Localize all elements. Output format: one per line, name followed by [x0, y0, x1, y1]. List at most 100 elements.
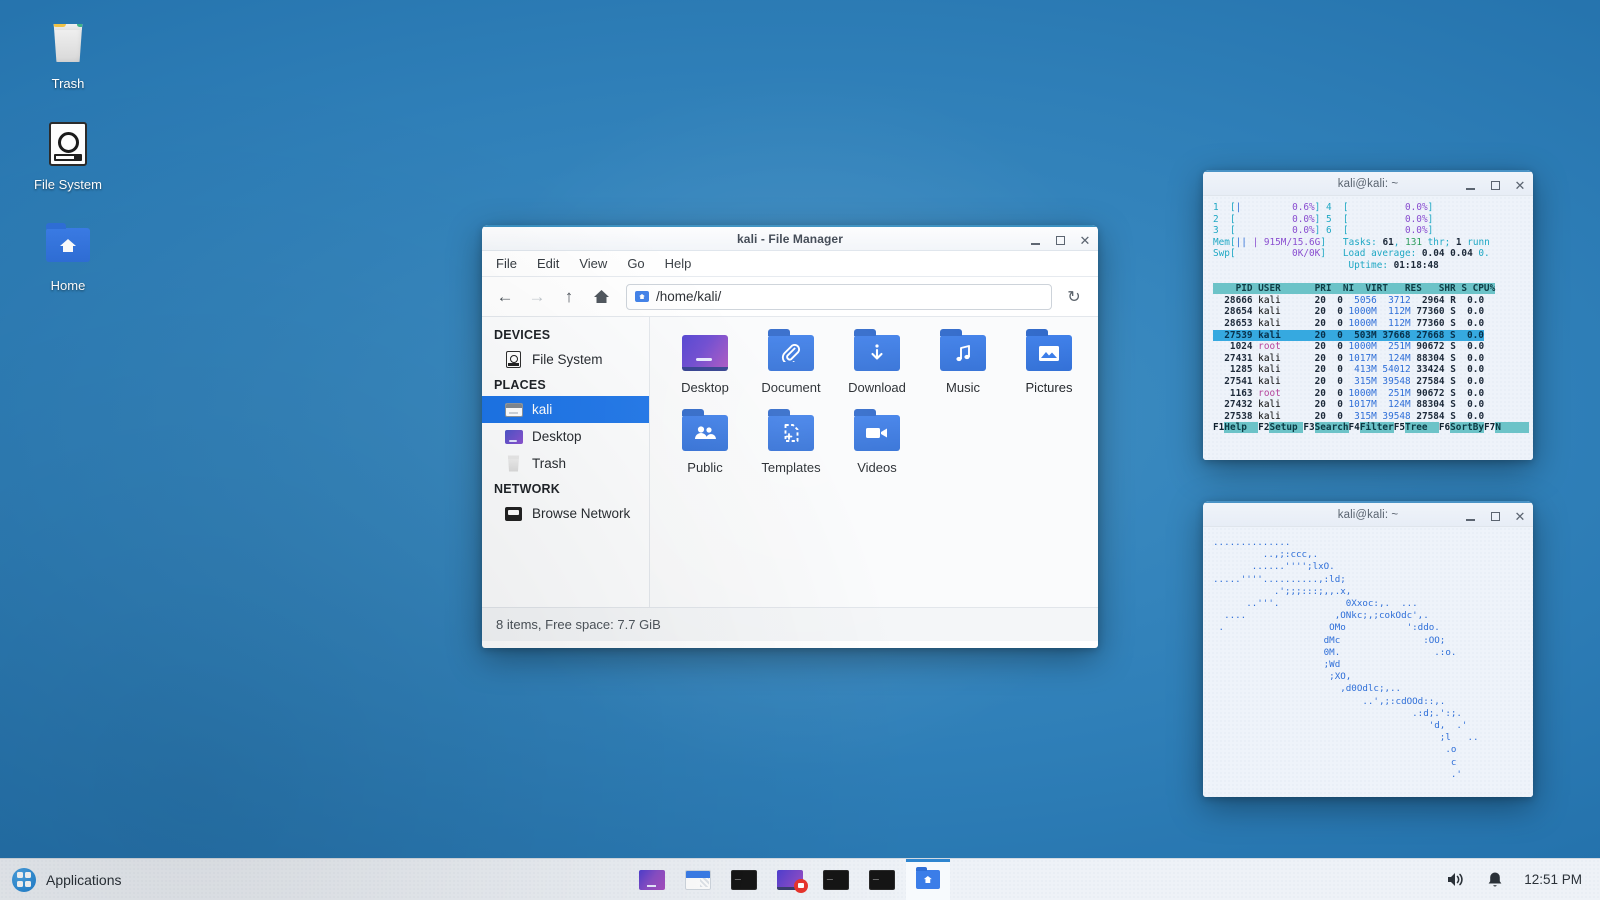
sidebar-heading-places: PLACES — [482, 373, 649, 396]
htop-titlebar[interactable]: kali@kali: ~ ✕ — [1203, 170, 1533, 196]
minimize-icon[interactable] — [1028, 233, 1042, 247]
sidebar-heading-devices: DEVICES — [482, 323, 649, 346]
file-item-pictures[interactable]: Pictures — [1006, 331, 1092, 395]
taskbar-desktop-window[interactable] — [630, 859, 674, 900]
window-title: kali - File Manager — [482, 232, 1098, 246]
sidebar: DEVICES File System PLACES kali Desktop … — [482, 317, 650, 607]
desktop-icon-label: File System — [20, 177, 116, 192]
file-item-label: Document — [748, 380, 834, 395]
minimize-icon[interactable] — [1463, 509, 1477, 523]
minimize-icon[interactable] — [1463, 178, 1477, 192]
sidebar-item-browse-network[interactable]: Browse Network — [482, 500, 649, 527]
network-icon — [504, 505, 523, 522]
close-icon[interactable]: ✕ — [1513, 178, 1527, 192]
desktop-icon-label: Trash — [20, 76, 116, 91]
reload-icon[interactable]: ↻ — [1062, 285, 1086, 309]
taskbar-file-manager-active[interactable] — [906, 859, 950, 900]
desktop-icon-trash[interactable]: Trash — [20, 16, 116, 91]
status-bar: 8 items, Free space: 7.7 GiB — [482, 607, 1098, 641]
home-folder-icon — [20, 218, 116, 272]
speaker-icon[interactable] — [1444, 869, 1466, 891]
file-item-public[interactable]: Public — [662, 411, 748, 475]
navigation-bar: ← → ↑ /home/kali/ ↻ — [482, 277, 1098, 317]
clock[interactable]: 12:51 PM — [1524, 872, 1582, 887]
menu-view[interactable]: View — [579, 256, 607, 271]
terminal-icon — [731, 870, 757, 890]
record-badge-icon — [794, 879, 808, 893]
ascii-art-terminal-window[interactable]: kali@kali: ~ ✕ .............. ..,;:ccc,.… — [1203, 501, 1533, 797]
menu-help[interactable]: Help — [665, 256, 692, 271]
documents-folder-icon — [748, 331, 834, 375]
sidebar-item-file-system[interactable]: File System — [482, 346, 649, 373]
menu-file[interactable]: File — [496, 256, 517, 271]
taskbar-terminal-window-1[interactable] — [722, 859, 766, 900]
taskbar-terminal-window-3[interactable] — [860, 859, 904, 900]
up-icon[interactable]: ↑ — [558, 286, 580, 308]
file-item-templates[interactable]: Templates — [748, 411, 834, 475]
sidebar-item-label: kali — [532, 402, 552, 417]
file-item-label: Desktop — [662, 380, 748, 395]
file-item-document[interactable]: Document — [748, 331, 834, 395]
maximize-icon[interactable] — [1488, 178, 1502, 192]
file-manager-window[interactable]: kali - File Manager ✕ File Edit View Go … — [482, 225, 1098, 648]
sidebar-heading-network: NETWORK — [482, 477, 649, 500]
close-icon[interactable]: ✕ — [1513, 509, 1527, 523]
sidebar-item-desktop[interactable]: Desktop — [482, 423, 649, 450]
file-manager-blue-icon — [916, 870, 940, 889]
home-icon — [504, 401, 523, 418]
sidebar-item-label: Browse Network — [532, 506, 630, 521]
taskbar: Applications — [0, 858, 1600, 900]
applications-button[interactable]: Applications — [0, 859, 136, 900]
path-folder-icon — [635, 291, 649, 302]
file-item-label: Videos — [834, 460, 920, 475]
path-input[interactable]: /home/kali/ — [626, 284, 1052, 310]
system-tray: 12:51 PM — [1444, 859, 1600, 900]
desktop-icon-home[interactable]: Home — [20, 218, 116, 293]
file-item-videos[interactable]: Videos — [834, 411, 920, 475]
desktop-icon-file-system[interactable]: File System — [20, 117, 116, 192]
close-icon[interactable]: ✕ — [1078, 233, 1092, 247]
back-icon[interactable]: ← — [494, 286, 516, 308]
sidebar-item-label: File System — [532, 352, 603, 367]
htop-terminal-window[interactable]: kali@kali: ~ ✕ 1 [| 0.6%] 4 [ 0.0%] 2 [ … — [1203, 170, 1533, 460]
kali-dragon-ascii-art: .............. ..,;:ccc,. ......'''';lxO… — [1203, 527, 1533, 797]
htop-output[interactable]: 1 [| 0.6%] 4 [ 0.0%] 2 [ 0.0%] 5 [ 0.0%]… — [1203, 196, 1533, 460]
file-item-label: Download — [834, 380, 920, 395]
public-folder-icon — [662, 411, 748, 455]
trash-icon — [20, 16, 116, 70]
file-manager-body: DEVICES File System PLACES kali Desktop … — [482, 317, 1098, 607]
file-item-desktop[interactable]: Desktop — [662, 331, 748, 395]
forward-icon[interactable]: → — [526, 286, 548, 308]
menu-go[interactable]: Go — [627, 256, 644, 271]
taskbar-screen-recorder-window[interactable] — [768, 859, 812, 900]
file-item-label: Pictures — [1006, 380, 1092, 395]
file-list-area: Desktop Document — [650, 317, 1098, 607]
sidebar-item-kali[interactable]: kali — [482, 396, 649, 423]
file-manager-titlebar[interactable]: kali - File Manager ✕ — [482, 225, 1098, 251]
file-item-music[interactable]: Music — [920, 331, 1006, 395]
task-buttons — [136, 859, 1445, 900]
taskbar-terminal-window-2[interactable] — [814, 859, 858, 900]
bell-icon[interactable] — [1484, 869, 1506, 891]
maximize-icon[interactable] — [1488, 509, 1502, 523]
path-value: /home/kali/ — [656, 289, 721, 304]
window-controls: ✕ — [1028, 227, 1092, 253]
terminal-icon — [869, 870, 895, 890]
applications-label: Applications — [46, 872, 122, 888]
sidebar-item-trash[interactable]: Trash — [482, 450, 649, 477]
sidebar-item-label: Desktop — [532, 429, 582, 444]
home-icon[interactable] — [590, 286, 612, 308]
menu-edit[interactable]: Edit — [537, 256, 559, 271]
file-item-download[interactable]: Download — [834, 331, 920, 395]
window-controls: ✕ — [1463, 172, 1527, 198]
maximize-icon[interactable] — [1053, 233, 1067, 247]
desktop-icon-column: Trash File System Home — [20, 16, 116, 319]
art-titlebar[interactable]: kali@kali: ~ ✕ — [1203, 501, 1533, 527]
desktop-thumbnail-icon — [639, 870, 665, 890]
videos-folder-icon — [834, 411, 920, 455]
terminal-icon — [823, 870, 849, 890]
desktop-thumbnail-icon — [662, 331, 748, 375]
desktop-icon-label: Home — [20, 278, 116, 293]
taskbar-file-manager-window[interactable] — [676, 859, 720, 900]
file-item-label: Public — [662, 460, 748, 475]
